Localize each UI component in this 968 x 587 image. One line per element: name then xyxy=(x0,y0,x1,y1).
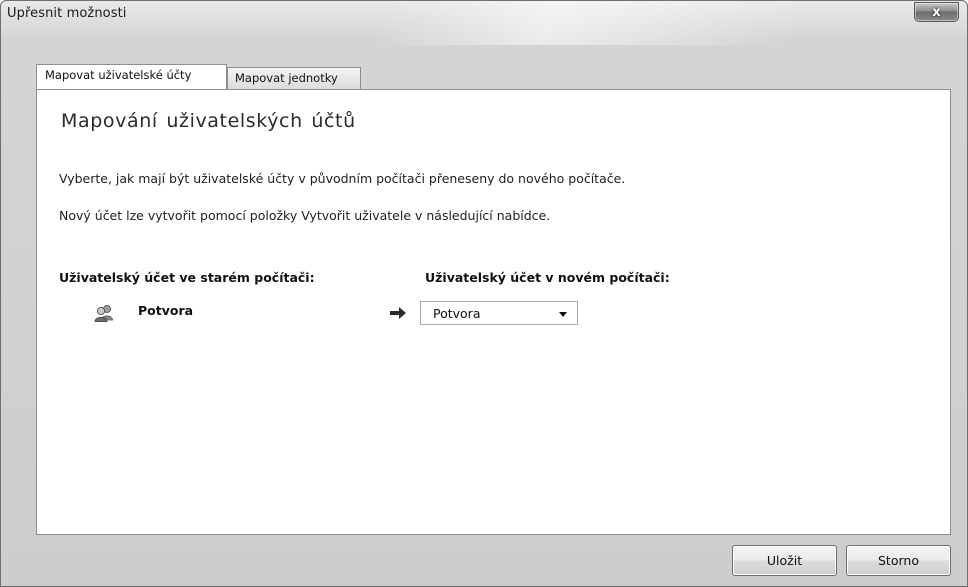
tab-panel: Mapování uživatelských účtů Vyberte, jak… xyxy=(36,89,951,535)
old-account-column-label: Uživatelský účet ve starém počítači: xyxy=(59,270,315,285)
chevron-down-icon xyxy=(559,312,567,317)
arrow-right-icon xyxy=(390,307,406,319)
tab-map-user-accounts[interactable]: Mapovat uživatelské účty xyxy=(36,64,227,89)
window-title: Upřesnit možnosti xyxy=(7,6,127,21)
close-button[interactable]: x xyxy=(914,2,959,22)
old-user-name: Potvora xyxy=(138,303,194,318)
tab-map-drives[interactable]: Mapovat jednotky xyxy=(227,67,361,89)
new-account-column-label: Uživatelský účet v novém počítači: xyxy=(425,270,670,285)
users-icon xyxy=(94,305,113,322)
new-user-select[interactable]: Potvora xyxy=(420,301,578,325)
hint-text: Nový účet lze vytvořit pomocí položky Vy… xyxy=(59,208,551,223)
save-button[interactable]: Uložit xyxy=(732,545,837,576)
instruction-text: Vyberte, jak mají být uživatelské účty v… xyxy=(59,171,626,186)
new-user-select-value: Potvora xyxy=(433,306,481,321)
page-title: Mapování uživatelských účtů xyxy=(61,110,356,132)
cancel-button[interactable]: Storno xyxy=(846,545,951,576)
dialog-window: Upřesnit možnosti x Mapovat uživatelské … xyxy=(0,0,968,587)
